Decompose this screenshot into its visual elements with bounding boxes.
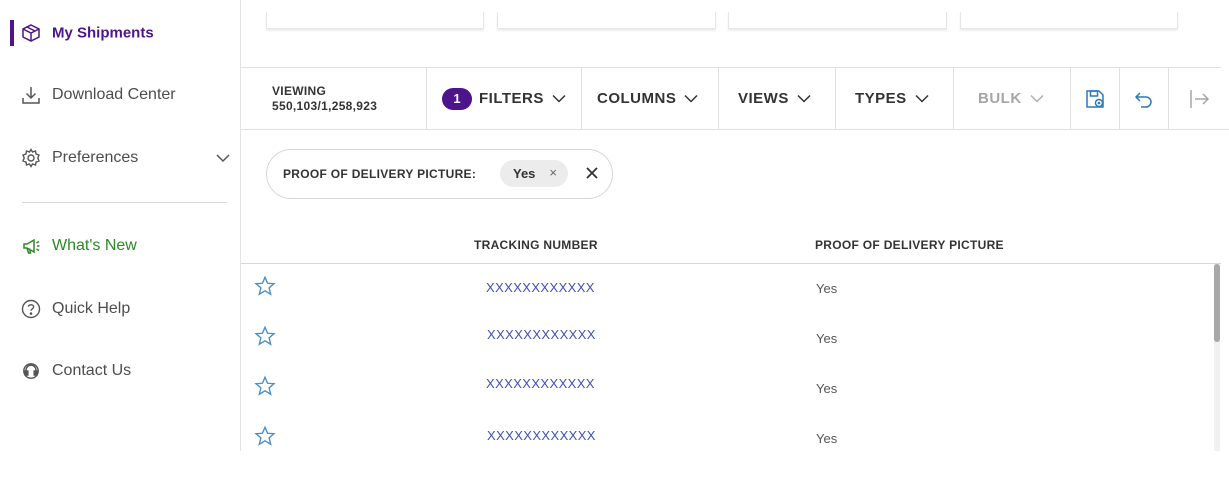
pod-value: Yes	[816, 381, 838, 396]
favorite-star-icon[interactable]	[254, 325, 276, 347]
scrollbar-thumb[interactable]	[1214, 264, 1220, 342]
pod-value: Yes	[816, 431, 838, 446]
column-header-tracking-number[interactable]: TRACKING NUMBER	[474, 238, 598, 252]
columns-button[interactable]: COLUMNS	[582, 68, 719, 129]
sidebar-item-quick-help[interactable]: Quick Help	[0, 289, 240, 329]
headset-icon	[20, 360, 42, 382]
filter-value-chip[interactable]: Yes ×	[500, 160, 568, 187]
types-label: TYPES	[855, 90, 907, 107]
bulk-label: BULK	[978, 90, 1022, 107]
column-header-proof-of-delivery-picture[interactable]: PROOF OF DELIVERY PICTURE	[815, 238, 1004, 252]
sidebar-item-preferences[interactable]: Preferences	[0, 138, 240, 178]
viewing-count: VIEWING 550,103/1,258,923	[241, 68, 427, 129]
filter-chip-label: PROOF OF DELIVERY PICTURE:	[283, 167, 477, 181]
export-icon	[1190, 89, 1210, 108]
summary-card[interactable]	[960, 12, 1178, 29]
save-icon	[1086, 89, 1104, 108]
filters-label: FILTERS	[479, 90, 544, 107]
remove-value-icon[interactable]: ×	[549, 165, 557, 180]
views-button[interactable]: VIEWS	[719, 68, 836, 129]
download-icon	[20, 84, 42, 106]
sidebar-item-label: Download Center	[52, 86, 176, 103]
columns-label: COLUMNS	[597, 90, 677, 107]
filter-count-badge: 1	[442, 87, 472, 110]
summary-card[interactable]	[266, 12, 484, 29]
tracking-number-link[interactable]: XXXXXXXXXXXX	[486, 280, 595, 295]
types-button[interactable]: TYPES	[836, 68, 953, 129]
chevron-down-icon	[1030, 94, 1044, 103]
active-filter-chip: PROOF OF DELIVERY PICTURE: Yes ×	[266, 149, 613, 199]
table-row: XXXXXXXXXXXX Yes	[241, 414, 1211, 451]
undo-icon	[1134, 91, 1152, 108]
chevron-down-icon	[684, 94, 698, 103]
filter-value: Yes	[513, 166, 536, 181]
save-view-button[interactable]	[1070, 68, 1119, 129]
sidebar-item-label: My Shipments	[52, 24, 154, 42]
gear-icon	[20, 147, 42, 169]
sidebar-item-label: What's New	[52, 237, 137, 254]
favorite-star-icon[interactable]	[254, 275, 276, 297]
megaphone-icon	[20, 235, 42, 257]
grid-toolbar: VIEWING 550,103/1,258,923 1 FILTERS COLU…	[241, 68, 1229, 130]
sidebar-item-download-center[interactable]: Download Center	[0, 75, 240, 115]
favorite-star-icon[interactable]	[254, 375, 276, 397]
viewing-number: 550,103/1,258,923	[272, 99, 378, 113]
pod-value: Yes	[816, 281, 838, 296]
bulk-button[interactable]: BULK	[953, 68, 1070, 129]
sidebar: My Shipments Download Center Preferences…	[0, 0, 241, 451]
undo-button[interactable]	[1119, 68, 1168, 129]
main-content: VIEWING 550,103/1,258,923 1 FILTERS COLU…	[241, 0, 1229, 451]
chevron-down-icon	[216, 154, 230, 163]
sidebar-item-my-shipments[interactable]: My Shipments	[0, 13, 240, 53]
summary-card[interactable]	[497, 12, 716, 29]
views-label: VIEWS	[738, 90, 789, 107]
tracking-number-link[interactable]: XXXXXXXXXXXX	[486, 376, 595, 391]
tracking-number-link[interactable]: XXXXXXXXXXXX	[487, 428, 596, 443]
table-row: XXXXXXXXXXXX Yes	[241, 314, 1211, 364]
sidebar-item-whats-new[interactable]: What's New	[0, 226, 240, 266]
sidebar-item-label: Preferences	[52, 149, 139, 166]
chevron-down-icon	[797, 94, 811, 103]
chevron-down-icon	[552, 94, 566, 103]
filters-button[interactable]: 1 FILTERS	[427, 68, 582, 129]
sidebar-divider	[22, 202, 227, 203]
favorite-star-icon[interactable]	[254, 425, 276, 447]
viewing-label: VIEWING	[272, 84, 327, 98]
active-indicator	[10, 20, 14, 46]
sidebar-item-label: Quick Help	[52, 300, 131, 317]
table-row: XXXXXXXXXXXX Yes	[241, 364, 1211, 414]
clear-filter-icon[interactable]	[584, 165, 600, 181]
summary-card[interactable]	[728, 12, 947, 29]
chevron-down-icon	[915, 94, 929, 103]
question-circle-icon	[20, 298, 42, 320]
table-row: XXXXXXXXXXXX Yes	[241, 264, 1211, 314]
sidebar-item-label: Contact Us	[52, 362, 132, 379]
sidebar-item-contact-us[interactable]: Contact Us	[0, 351, 240, 391]
pod-value: Yes	[816, 331, 838, 346]
export-button[interactable]	[1168, 68, 1229, 129]
tracking-number-link[interactable]: XXXXXXXXXXXX	[487, 327, 596, 342]
package-icon	[20, 22, 42, 44]
summary-cards-strip	[241, 0, 1221, 68]
table-scrollbar[interactable]	[1214, 264, 1220, 451]
